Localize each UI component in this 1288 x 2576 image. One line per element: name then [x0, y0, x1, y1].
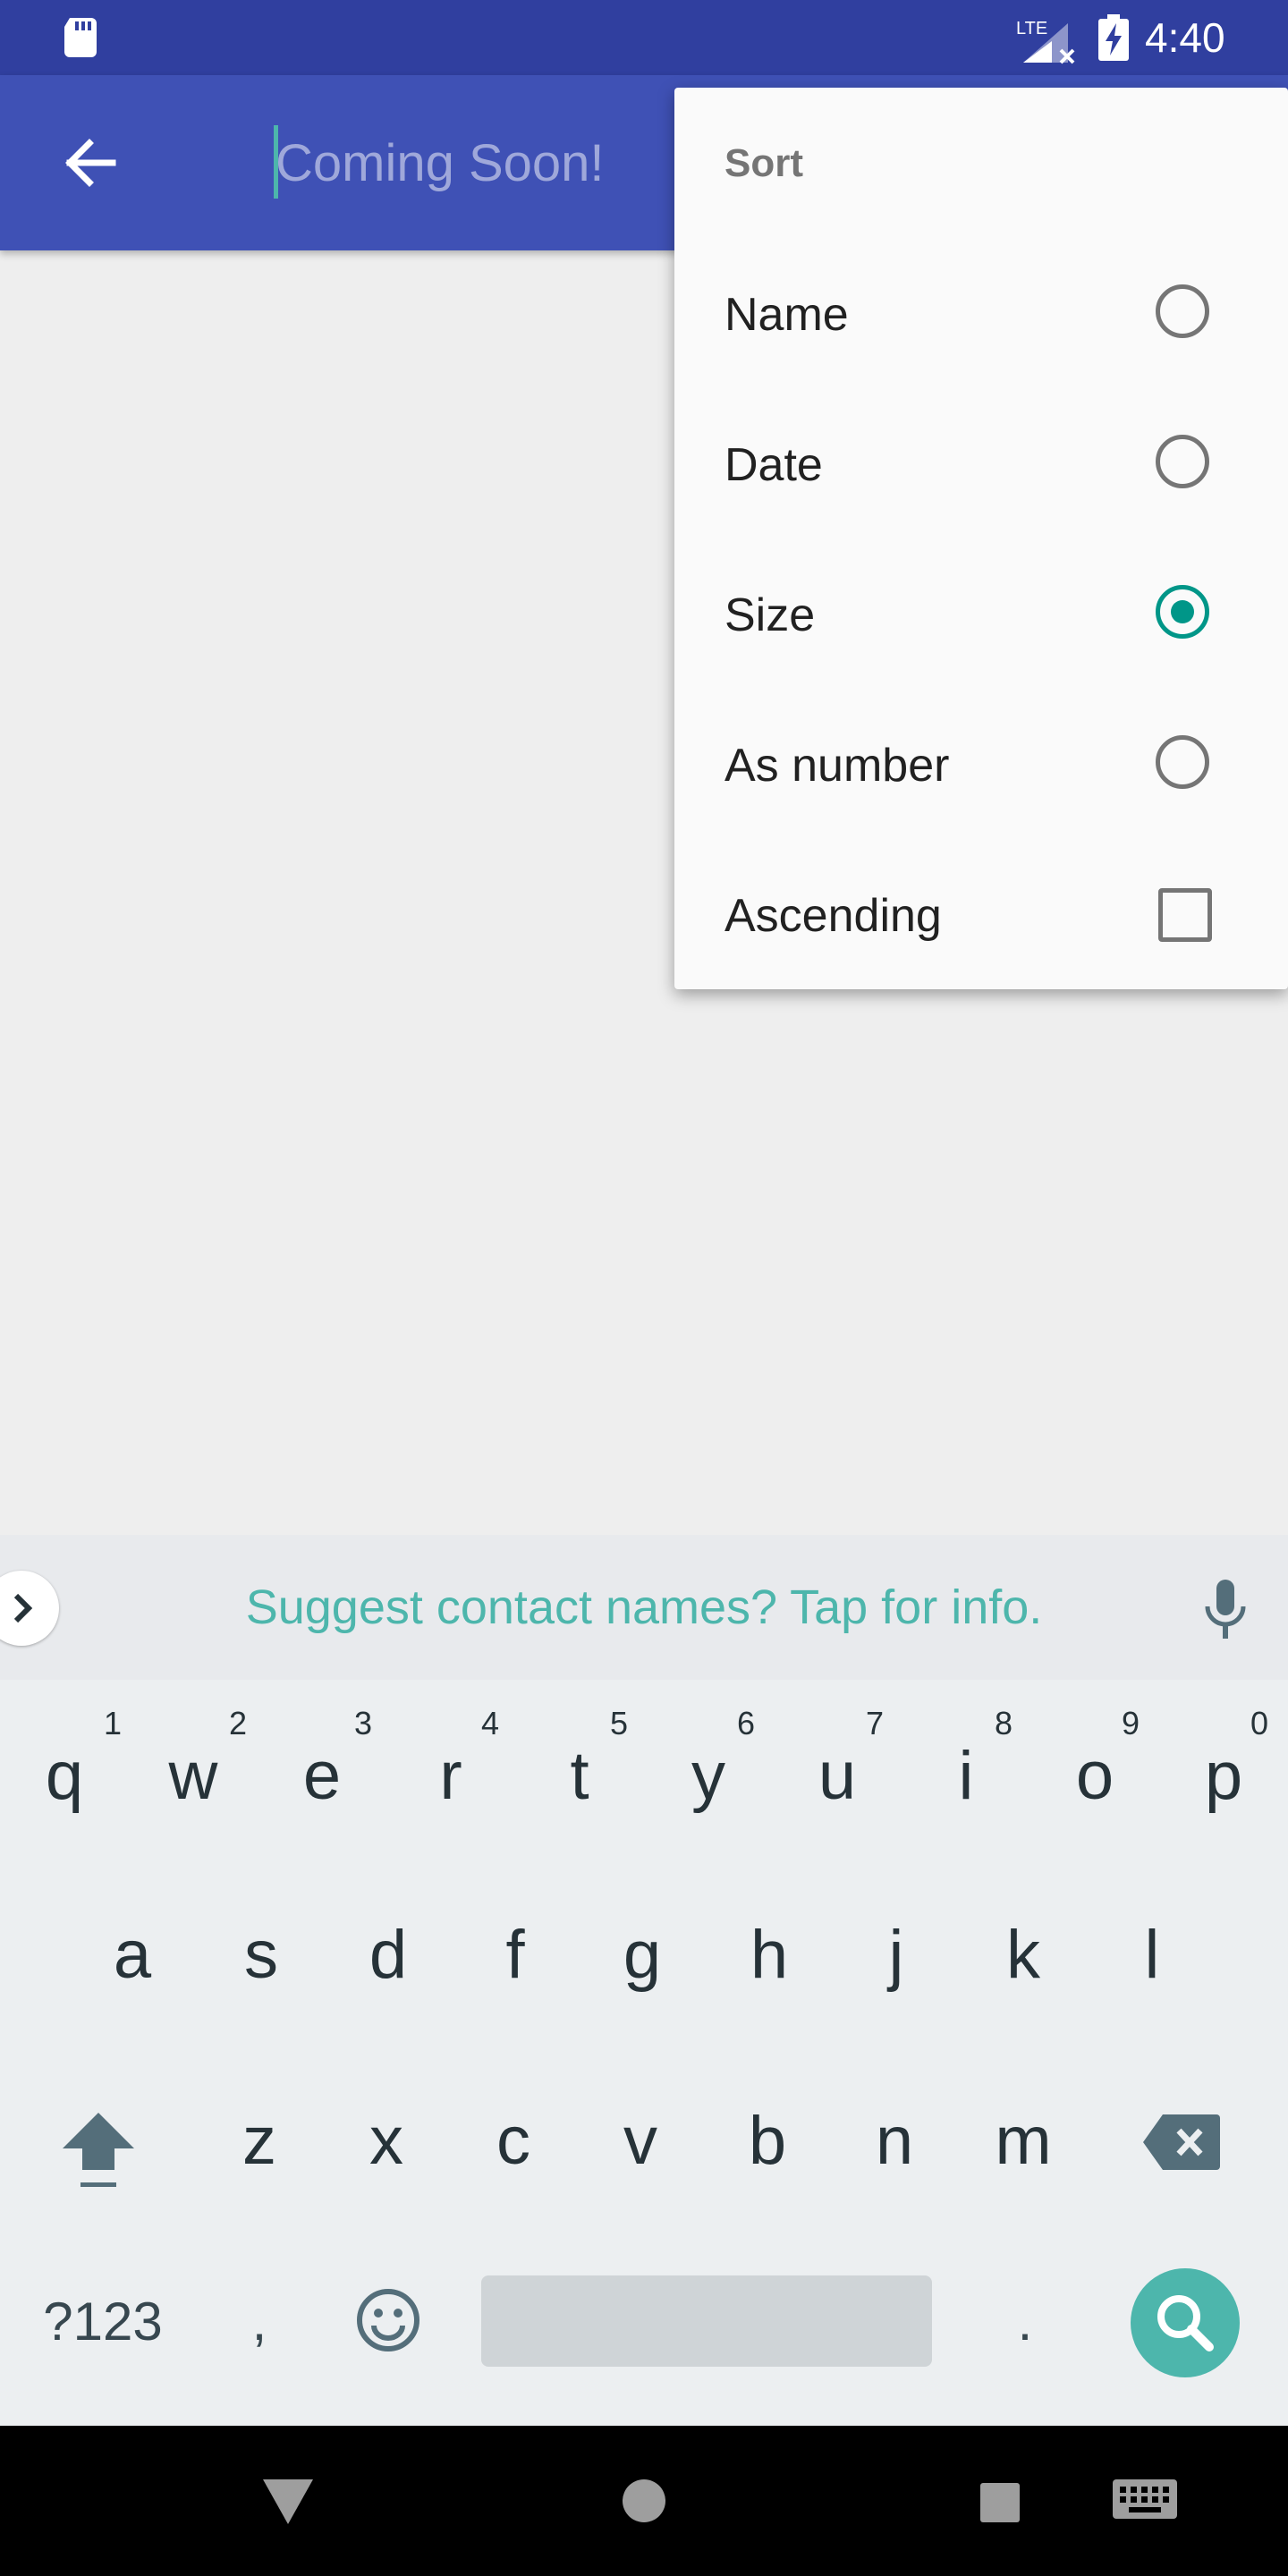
suggestion-text[interactable]: Suggest contact names? Tap for info. — [143, 1535, 1145, 1680]
key-hint: 7 — [866, 1705, 885, 1741]
key-hint: 6 — [737, 1705, 756, 1741]
expand-toolbar-button[interactable] — [0, 1571, 59, 1646]
text-cursor — [274, 125, 278, 199]
key-n[interactable]: n — [830, 2097, 959, 2186]
key-hint: 3 — [354, 1705, 373, 1741]
key-o[interactable]: o — [1030, 1732, 1159, 1821]
nav-home-icon[interactable] — [623, 2479, 665, 2522]
sort-option-size[interactable]: Size — [674, 540, 1288, 691]
nav-back-icon[interactable] — [259, 2474, 317, 2528]
sd-card-icon — [64, 18, 97, 57]
key-r[interactable]: r — [386, 1732, 515, 1821]
sort-option-label: Ascending — [724, 890, 942, 942]
key-i[interactable]: i — [902, 1732, 1030, 1821]
key-j[interactable]: j — [832, 1911, 961, 2000]
search-action-button[interactable] — [1131, 2268, 1240, 2377]
sort-size-radio[interactable] — [1156, 585, 1209, 639]
sort-date-radio[interactable] — [1156, 435, 1209, 488]
sort-option-label: Date — [724, 439, 823, 491]
sort-option-date[interactable]: Date — [674, 390, 1288, 540]
nav-recents-icon[interactable] — [980, 2483, 1020, 2522]
svg-text:LTE: LTE — [1016, 19, 1047, 38]
key-k[interactable]: k — [959, 1911, 1088, 2000]
key-a[interactable]: a — [68, 1911, 197, 2000]
key-l[interactable]: l — [1088, 1911, 1216, 2000]
arrow-back-icon[interactable] — [54, 127, 125, 199]
key-h[interactable]: h — [705, 1911, 834, 2000]
search-input[interactable] — [275, 114, 651, 211]
battery-charging-icon — [1098, 14, 1129, 61]
key-s[interactable]: s — [197, 1911, 326, 2000]
backspace-icon[interactable] — [1141, 2111, 1222, 2174]
sort-option-label: Name — [724, 289, 849, 341]
key-hint: 8 — [995, 1705, 1013, 1741]
key-hint: 2 — [229, 1705, 248, 1741]
sort-option-ascending[interactable]: Ascending — [674, 841, 1288, 991]
key-g[interactable]: g — [578, 1911, 707, 2000]
key-u[interactable]: u — [773, 1732, 902, 1821]
key-hint: 1 — [104, 1705, 123, 1741]
key-p[interactable]: p — [1159, 1732, 1288, 1821]
key-v[interactable]: v — [576, 2097, 705, 2186]
ascending-checkbox[interactable] — [1158, 888, 1212, 942]
symbols-key[interactable]: ?123 — [27, 2277, 179, 2367]
clock: 4:40 — [1145, 14, 1225, 61]
sort-option-label: Size — [724, 589, 816, 641]
key-c[interactable]: c — [449, 2097, 578, 2186]
lte-signal-icon: LTE — [1016, 19, 1075, 64]
sort-option-name[interactable]: Name — [674, 240, 1288, 390]
key-w[interactable]: w — [129, 1732, 258, 1821]
key-hint: 9 — [1122, 1705, 1140, 1741]
sort-as-number-radio[interactable] — [1156, 735, 1209, 789]
period-key[interactable]: . — [998, 2277, 1052, 2367]
key-f[interactable]: f — [451, 1911, 580, 2000]
comma-key[interactable]: , — [233, 2277, 286, 2367]
key-q[interactable]: q — [0, 1732, 129, 1821]
key-b[interactable]: b — [703, 2097, 832, 2186]
key-hint: 0 — [1250, 1705, 1269, 1741]
sort-option-as-number[interactable]: As number — [674, 691, 1288, 841]
key-z[interactable]: z — [195, 2097, 324, 2186]
sort-name-radio[interactable] — [1156, 284, 1209, 338]
key-e[interactable]: e — [258, 1732, 386, 1821]
chevron-right-icon — [13, 1593, 33, 1623]
key-hint: 5 — [610, 1705, 629, 1741]
sort-menu-title: Sort — [724, 141, 803, 185]
search-icon — [1157, 2295, 1214, 2351]
key-hint: 4 — [481, 1705, 500, 1741]
key-t[interactable]: t — [515, 1732, 644, 1821]
status-bar — [0, 0, 1288, 75]
key-d[interactable]: d — [324, 1911, 453, 2000]
key-m[interactable]: m — [959, 2097, 1088, 2186]
sort-option-label: As number — [724, 740, 950, 792]
shift-icon[interactable] — [54, 2106, 143, 2195]
key-y[interactable]: y — [644, 1732, 773, 1821]
sort-menu: Sort Name Date Size As number Ascending — [674, 88, 1288, 989]
emoji-icon[interactable] — [354, 2286, 422, 2354]
keyboard-switch-icon[interactable] — [1113, 2479, 1177, 2526]
microphone-icon[interactable] — [1199, 1578, 1252, 1642]
key-x[interactable]: x — [322, 2097, 451, 2186]
space-key[interactable] — [481, 2275, 932, 2367]
